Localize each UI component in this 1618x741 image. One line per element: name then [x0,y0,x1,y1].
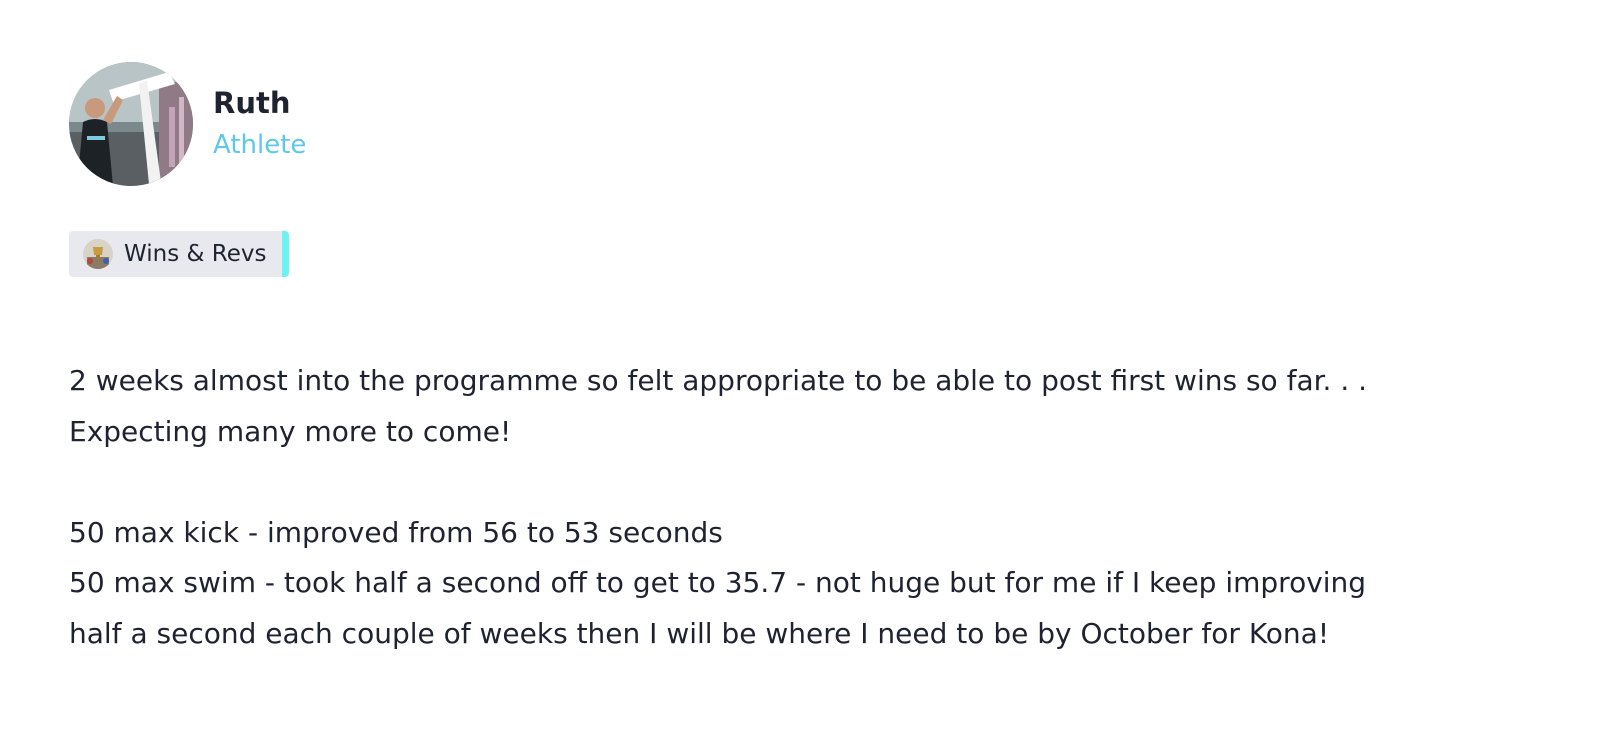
tag-label: Wins & Revs [124,241,267,267]
author-name[interactable]: Ruth [213,83,306,123]
avatar[interactable] [69,62,193,186]
body-line: 50 max swim - took half a second off to … [69,566,1367,599]
category-tag[interactable]: Wins & Revs [69,231,290,277]
athlete-photo-icon [69,62,193,186]
author-header: Ruth Athlete [69,62,1549,186]
author-meta: Ruth Athlete [213,83,306,165]
body-line: half a second each couple of weeks then … [69,616,1330,650]
trophy-icon [83,239,113,269]
body-line: 2 weeks almost into the programme so fel… [69,364,1368,397]
body-line: 50 max kick - improved from 56 to 53 sec… [69,515,723,549]
post-card: Ruth Athlete Wins & Revs 2 weeks almost … [69,62,1549,650]
post-body: 2 weeks almost into the programme so fel… [69,356,1469,659]
body-line: Expecting many more to come! [69,414,512,448]
author-role: Athlete [213,130,307,160]
